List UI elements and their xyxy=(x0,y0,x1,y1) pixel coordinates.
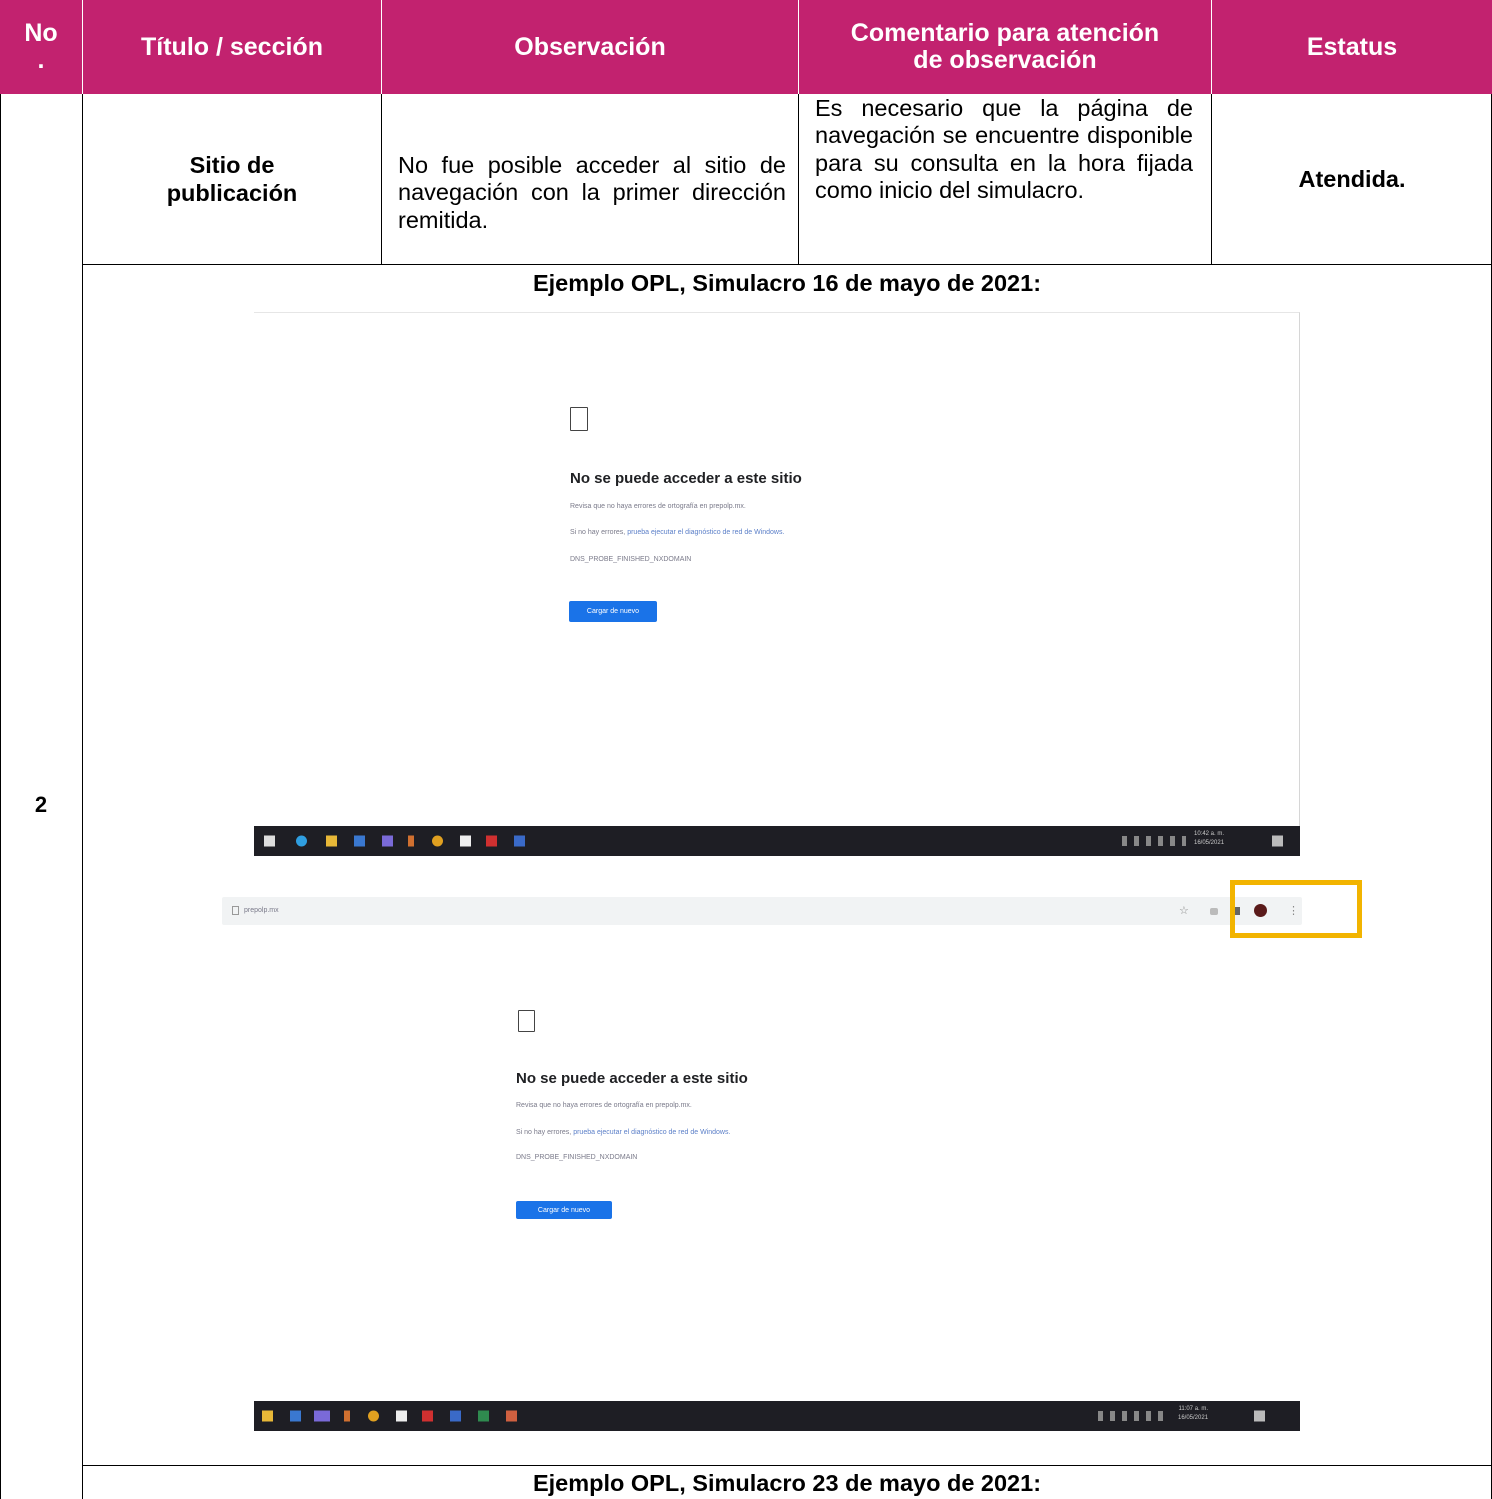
pinned-app-icon[interactable] xyxy=(408,835,414,847)
file-explorer-icon-2[interactable] xyxy=(262,1410,273,1422)
error-code-2: DNS_PROBE_FINISHED_NXDOMAIN xyxy=(516,1154,638,1161)
clock-1: 10:42 a. m. 16/05/2021 xyxy=(1194,830,1224,848)
highlight-box xyxy=(1230,880,1362,938)
example1-caption: Ejemplo OPL, Simulacro 16 de mayo de 202… xyxy=(532,270,1042,296)
teams-icon[interactable] xyxy=(382,835,393,847)
cell-titulo: Sitio de publicación xyxy=(83,94,381,264)
chrome-icon-2[interactable] xyxy=(368,1410,379,1422)
header-observacion: Observación xyxy=(382,0,798,94)
clock-1-time: 10:42 a. m. xyxy=(1194,831,1225,837)
powerpoint-icon-2[interactable] xyxy=(506,1410,517,1422)
header-no-label: No . xyxy=(24,19,58,74)
border-example-separator xyxy=(82,1465,1492,1466)
address-url[interactable]: prepolp.mx xyxy=(244,907,279,914)
error-hint-2-prefix: Si no hay errores, xyxy=(570,529,628,536)
error-hint-1-2: Revisa que no haya errores de ortografía… xyxy=(516,1102,692,1109)
header-titulo: Título / sección xyxy=(83,0,381,94)
error-hint-1: Revisa que no haya errores de ortografía… xyxy=(570,503,746,510)
border-row1-bottom xyxy=(82,264,1492,265)
clock-2: 11:07 a. m. 16/05/2021 xyxy=(1178,1405,1208,1423)
clock-1-date: 16/05/2021 xyxy=(1194,840,1225,846)
clock-2-date: 16/05/2021 xyxy=(1178,1415,1209,1421)
cell-observacion: No fue posible acceder al sitio de naveg… xyxy=(382,94,798,264)
observacion-text: No fue posible acceder al sitio de naveg… xyxy=(398,152,786,233)
notification-icon-2[interactable] xyxy=(1254,1410,1265,1422)
notes-icon[interactable] xyxy=(460,835,471,847)
header-estatus: Estatus xyxy=(1212,0,1492,94)
header-comentario-label: Comentario para atención de observación xyxy=(850,19,1160,74)
titulo-text: Sitio de publicación xyxy=(166,151,298,206)
windows-start-icon[interactable] xyxy=(264,835,275,847)
acrobat-icon[interactable] xyxy=(486,835,497,847)
teams-icon-2[interactable] xyxy=(314,1410,330,1422)
border-col1 xyxy=(82,94,83,1499)
comentario-text: Es necesario que la página de navegación… xyxy=(815,95,1193,204)
acrobat-icon-2[interactable] xyxy=(422,1410,433,1422)
collections-icon[interactable] xyxy=(1210,908,1218,915)
error-hint-2-2-prefix: Si no hay errores, xyxy=(516,1129,574,1136)
mail-icon-2[interactable] xyxy=(290,1410,301,1422)
header-comentario: Comentario para atención de observación xyxy=(799,0,1211,94)
error-title: No se puede acceder a este sitio xyxy=(570,470,802,487)
site-info-icon[interactable] xyxy=(232,906,239,915)
file-explorer-icon[interactable] xyxy=(326,835,337,847)
header-no: No . xyxy=(0,0,82,94)
address-bar[interactable]: prepolp.mx ☆ ⋮ xyxy=(222,897,1302,925)
taskbar-1: 10:42 a. m. 16/05/2021 xyxy=(254,826,1300,856)
chrome-icon[interactable] xyxy=(432,835,443,847)
tray-icons xyxy=(1122,836,1186,846)
error-code: DNS_PROBE_FINISHED_NXDOMAIN xyxy=(570,556,692,563)
error-hint-2: Si no hay errores, prueba ejecutar el di… xyxy=(570,529,784,536)
error-title-2: No se puede acceder a este sitio xyxy=(516,1070,748,1087)
tray-icons-2 xyxy=(1098,1411,1168,1421)
clock-2-time: 11:07 a. m. xyxy=(1178,1406,1209,1412)
screenshot-1: No se puede acceder a este sitio Revisa … xyxy=(254,312,1300,856)
word-icon-2[interactable] xyxy=(450,1410,461,1422)
header-estatus-label: Estatus xyxy=(1306,32,1398,61)
word-icon[interactable] xyxy=(514,835,525,847)
header-observacion-label: Observación xyxy=(514,32,666,61)
notes-icon-2[interactable] xyxy=(396,1410,407,1422)
error-hint-2-2: Si no hay errores, prueba ejecutar el di… xyxy=(516,1129,730,1136)
header-titulo-label: Título / sección xyxy=(141,32,323,61)
taskbar-2: 11:07 a. m. 16/05/2021 xyxy=(254,1401,1300,1431)
sad-page-icon xyxy=(570,407,588,431)
cell-comentario: Es necesario que la página de navegación… xyxy=(799,94,1211,264)
pinned-app-icon-2[interactable] xyxy=(344,1410,350,1422)
sad-page-icon-2 xyxy=(518,1010,535,1032)
edge-icon[interactable] xyxy=(296,835,307,847)
row-number: 2 xyxy=(34,792,48,817)
mail-icon[interactable] xyxy=(354,835,365,847)
cell-estatus: Atendida. xyxy=(1212,94,1492,264)
reload-button[interactable]: Cargar de nuevo xyxy=(569,601,657,622)
excel-icon-2[interactable] xyxy=(478,1410,489,1422)
diagnostic-link[interactable]: prueba ejecutar el diagnóstico de red de… xyxy=(627,529,784,536)
notification-icon[interactable] xyxy=(1272,835,1283,847)
estatus-text: Atendida. xyxy=(1298,165,1406,192)
reload-button-2[interactable]: Cargar de nuevo xyxy=(516,1201,612,1219)
example2-caption: Ejemplo OPL, Simulacro 23 de mayo de 202… xyxy=(532,1470,1042,1496)
diagnostic-link-2[interactable]: prueba ejecutar el diagnóstico de red de… xyxy=(573,1129,730,1136)
screenshot-2: prepolp.mx ☆ ⋮ No se puede acceder a est… xyxy=(222,897,1312,1431)
bookmark-star-icon[interactable]: ☆ xyxy=(1179,904,1189,917)
